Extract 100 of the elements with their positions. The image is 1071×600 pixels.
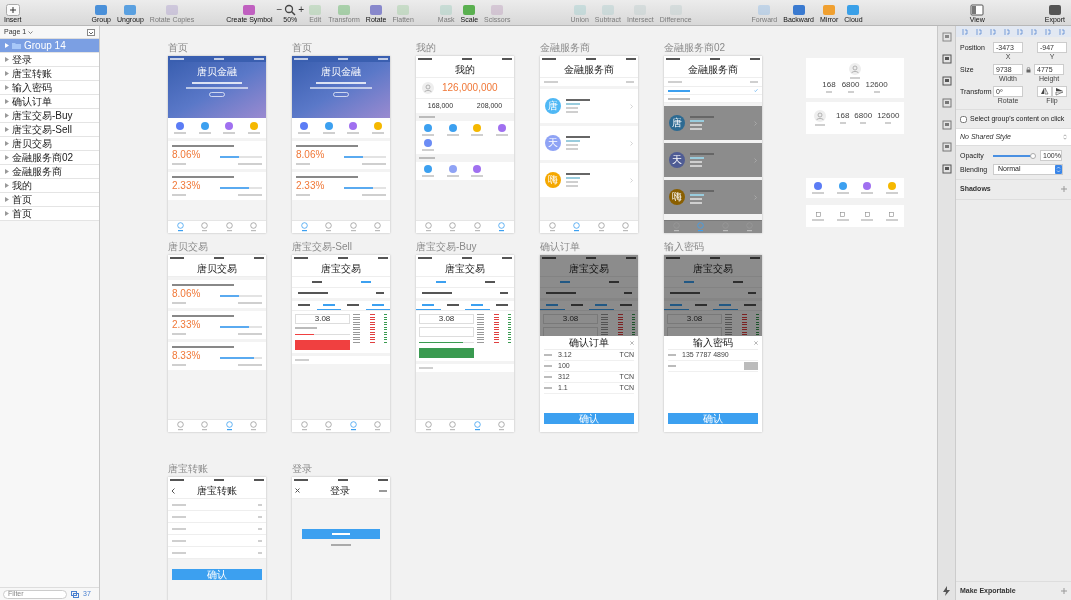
plus-icon[interactable] [1061,186,1067,193]
align-icon[interactable] [1045,28,1052,35]
layer-row[interactable]: 首页 [0,193,99,207]
tab-icon[interactable] [597,222,605,232]
disclosure-icon[interactable] [5,155,9,160]
back-icon[interactable] [171,487,175,494]
menu-icon[interactable] [448,165,457,173]
panel-tab-icon[interactable] [941,142,952,152]
tab-icon[interactable] [201,421,209,431]
sort-option[interactable] [664,87,762,95]
tab-icon[interactable] [374,421,382,431]
tab-icon[interactable] [201,222,209,232]
menu-icon[interactable] [424,124,433,132]
tab-icon[interactable] [424,222,432,232]
tab-icon[interactable] [424,421,432,431]
tab-icon[interactable] [449,222,457,232]
align-icon[interactable] [989,28,996,35]
plus-icon[interactable] [1061,587,1067,594]
menu-icon[interactable] [448,124,457,132]
shortcut-icon[interactable] [324,122,333,130]
align-icon[interactable] [961,28,968,35]
tab-icon[interactable] [325,421,333,431]
shortcut-icon[interactable] [225,122,234,130]
tab-icon[interactable] [573,222,581,232]
disclosure-icon[interactable] [5,127,9,132]
disclosure-icon[interactable] [5,197,9,202]
layer-row[interactable]: 唐贝交易 [0,137,99,151]
tab-icon[interactable] [672,222,680,232]
shortcut-icon[interactable] [349,122,358,130]
layer-row[interactable]: 金融服务商 [0,165,99,179]
panel-tab-icon[interactable] [941,120,952,130]
price-stepper[interactable]: 3.08 [667,314,722,324]
zoom-in-button[interactable]: + [298,4,305,16]
layer-row[interactable]: 首页 [0,207,99,221]
panel-tab-icon[interactable] [941,54,952,64]
disclosure-icon[interactable] [5,99,9,104]
disclosure-icon[interactable] [5,183,9,188]
tab-icon[interactable] [225,421,233,431]
import-button[interactable] [302,529,380,539]
tab-icon[interactable] [349,222,357,232]
shortcut-icon[interactable] [249,122,258,130]
layer-row[interactable]: 唐宝交易-Sell [0,123,99,137]
shortcut-icon[interactable] [838,182,847,190]
lock-icon[interactable] [1026,67,1031,73]
shortcut-icon[interactable] [373,122,382,130]
layer-row[interactable]: 唐宝交易-Buy [0,109,99,123]
panel-tab-icon[interactable] [941,164,952,174]
disclosure-icon[interactable] [5,141,9,146]
select-content-checkbox[interactable] [960,115,967,123]
shortcut-icon[interactable] [887,182,896,190]
lightning-icon[interactable] [943,586,950,596]
disclosure-icon[interactable] [5,57,9,62]
disclosure-icon[interactable] [5,211,9,216]
tab-icon[interactable] [721,222,729,232]
tab-icon[interactable] [498,421,506,431]
panel-tab-icon[interactable] [941,76,952,86]
menu-icon[interactable] [473,124,482,132]
shortcut-icon[interactable] [300,122,309,130]
provider-row[interactable]: 天 [664,143,762,177]
menu-icon[interactable] [424,165,433,173]
tab-icon[interactable] [300,222,308,232]
opacity-slider[interactable] [993,154,1033,157]
flip-vertical-icon[interactable] [1052,86,1067,97]
align-icon[interactable] [1017,28,1024,35]
layer-row[interactable]: 金融服务商02 [0,151,99,165]
panel-tab-icon[interactable] [941,32,952,42]
tab-icon[interactable] [176,421,184,431]
provider-row[interactable]: 嗨 [664,180,762,214]
tab-icon[interactable] [449,421,457,431]
amount-field[interactable] [419,327,474,337]
shortcut-icon[interactable] [200,122,209,130]
zoom-out-button[interactable]: − [276,4,283,16]
shortcut-icon[interactable] [814,182,823,190]
disclosure-icon[interactable] [5,71,9,76]
tab-icon[interactable] [498,222,506,232]
tab-icon[interactable] [250,222,258,232]
tab-icon[interactable] [349,421,357,431]
sort-option[interactable] [664,95,762,103]
menu-icon[interactable] [497,124,506,132]
menu-icon[interactable] [473,165,482,173]
align-icon[interactable] [1031,28,1038,35]
layer-row[interactable]: 登录 [0,53,99,67]
tab-icon[interactable] [325,222,333,232]
menu-icon[interactable] [424,139,433,147]
align-icon[interactable] [975,28,982,35]
align-icon[interactable] [1003,28,1010,35]
layer-row[interactable]: 确认订单 [0,95,99,109]
price-stepper[interactable]: 3.08 [295,314,350,324]
tab-icon[interactable] [473,421,481,431]
layer-row[interactable]: 我的 [0,179,99,193]
disclosure-icon[interactable] [5,113,9,118]
close-icon[interactable] [295,488,300,493]
align-icon[interactable] [1059,28,1066,35]
disclosure-icon[interactable] [5,43,9,48]
tab-icon[interactable] [746,222,754,232]
shortcut-icon[interactable] [176,122,185,130]
layer-row[interactable]: 唐宝转账 [0,67,99,81]
disclosure-icon[interactable] [5,169,9,174]
shortcut-icon[interactable] [863,182,872,190]
price-stepper[interactable]: 3.08 [543,314,598,324]
